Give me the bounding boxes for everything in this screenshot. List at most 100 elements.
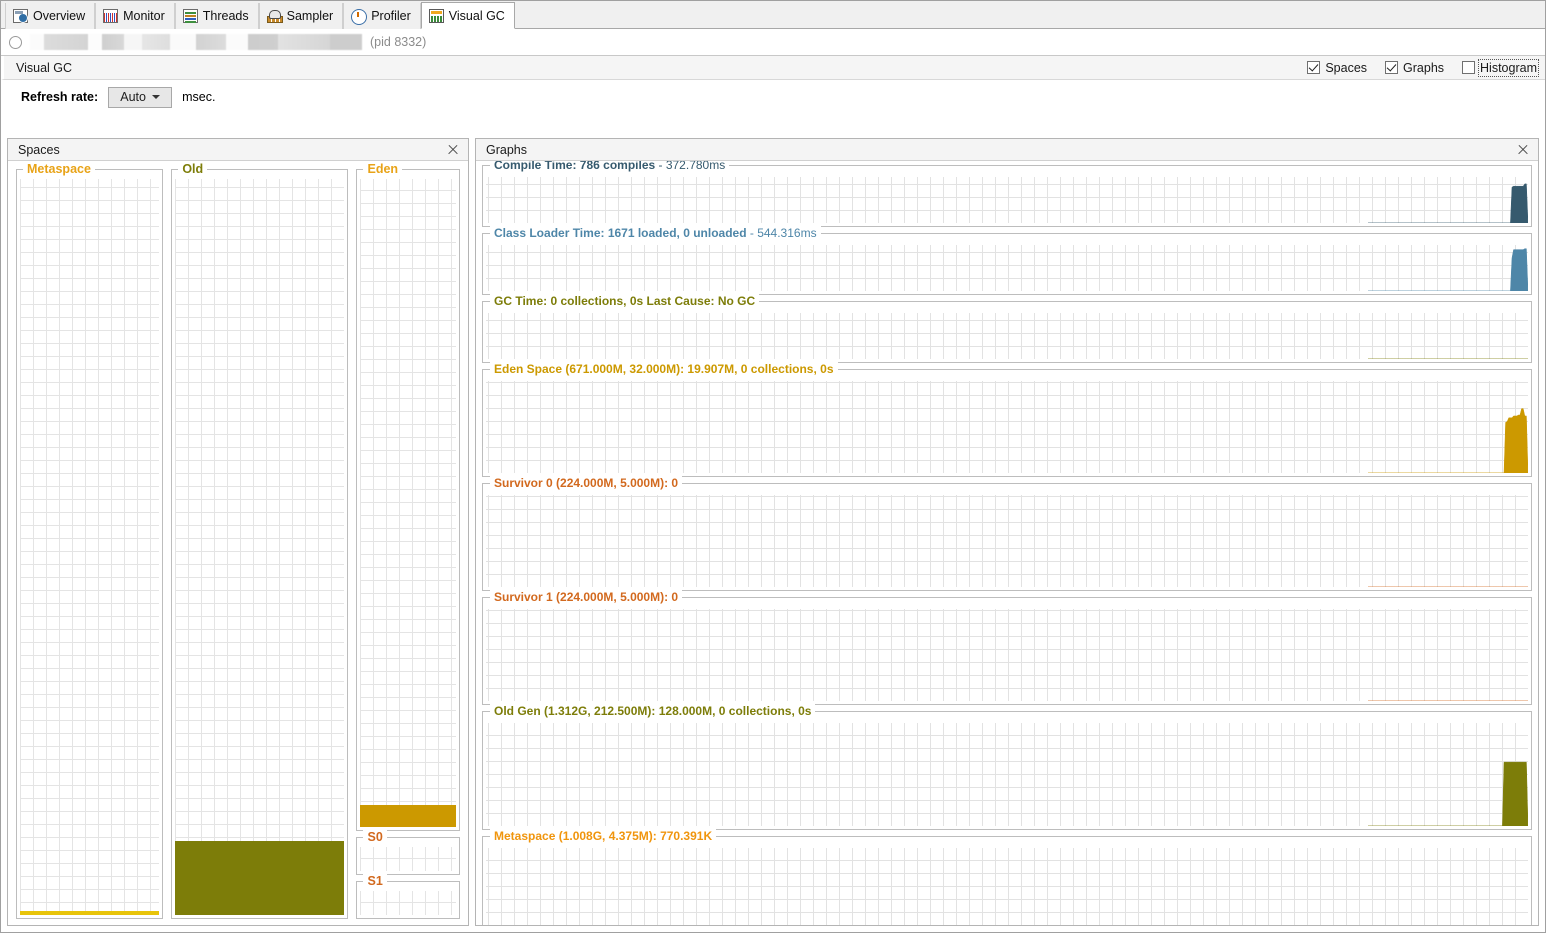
graph-old-gen-plot bbox=[486, 723, 1528, 826]
spaces-body: Metaspace Old Eden S0 S1 bbox=[8, 161, 468, 925]
graph-compile-time-series bbox=[1368, 177, 1528, 223]
space-column-metaspace: Metaspace bbox=[16, 162, 164, 919]
graph-survivor-0-series bbox=[1368, 495, 1528, 587]
view-toggle-group: Spaces Graphs Histogram bbox=[1307, 58, 1539, 77]
checkbox-label: Graphs bbox=[1403, 60, 1445, 75]
threads-icon bbox=[182, 9, 198, 23]
graph-eden-space[interactable]: Eden Space (671.000M, 32.000M): 19.907M,… bbox=[482, 362, 1532, 477]
tab-label: Visual GC bbox=[448, 8, 505, 23]
tab-threads[interactable]: Threads bbox=[174, 3, 259, 29]
tab-label: Sampler bbox=[286, 9, 334, 23]
tab-sampler[interactable]: Sampler bbox=[258, 3, 344, 29]
sampler-icon bbox=[266, 9, 283, 23]
graph-eden-space-series bbox=[1368, 381, 1528, 473]
overview-icon bbox=[13, 9, 28, 23]
graph-gc-time[interactable]: GC Time: 0 collections, 0s Last Cause: N… bbox=[482, 294, 1532, 363]
graph-gc-time-title: GC Time: 0 collections, 0s Last Cause: N… bbox=[490, 294, 760, 308]
graph-survivor-1[interactable]: Survivor 1 (224.000M, 5.000M): 0 bbox=[482, 590, 1532, 705]
graph-eden-space-plot bbox=[486, 381, 1528, 473]
tab-monitor[interactable]: Monitor bbox=[95, 3, 175, 29]
graph-class-loader-time-series bbox=[1368, 245, 1528, 291]
tab-label: Profiler bbox=[371, 9, 411, 23]
spaces-panel-header: Spaces bbox=[8, 139, 468, 161]
close-icon[interactable] bbox=[446, 143, 460, 157]
space-s1-label: S1 bbox=[363, 874, 387, 888]
space-s0-grid bbox=[360, 847, 456, 871]
checkbox-box[interactable] bbox=[1385, 61, 1399, 74]
graph-survivor-1-plot bbox=[486, 609, 1528, 701]
graph-survivor-1-series bbox=[1368, 609, 1528, 701]
space-metaspace-label: Metaspace bbox=[23, 162, 95, 176]
space-s1[interactable]: S1 bbox=[356, 874, 460, 919]
graph-eden-space-title: Eden Space (671.000M, 32.000M): 19.907M,… bbox=[490, 362, 838, 376]
tab-label: Threads bbox=[202, 9, 249, 23]
space-s0[interactable]: S0 bbox=[356, 830, 460, 875]
close-icon[interactable] bbox=[1516, 143, 1530, 157]
checkbox-graphs[interactable]: Graphs bbox=[1385, 61, 1444, 75]
graph-survivor-1-title: Survivor 1 (224.000M, 5.000M): 0 bbox=[490, 590, 683, 604]
graph-old-gen-title: Old Gen (1.312G, 212.500M): 128.000M, 0 … bbox=[490, 704, 816, 718]
checkbox-histogram[interactable]: Histogram bbox=[1462, 58, 1539, 77]
graph-old-gen[interactable]: Old Gen (1.312G, 212.500M): 128.000M, 0 … bbox=[482, 704, 1532, 830]
checkbox-label: Spaces bbox=[1325, 60, 1368, 75]
space-eden[interactable]: Eden bbox=[356, 162, 460, 831]
space-metaspace[interactable]: Metaspace bbox=[16, 162, 164, 919]
space-s1-grid bbox=[360, 891, 456, 915]
process-select-radio[interactable] bbox=[9, 35, 22, 49]
graph-compile-time[interactable]: Compile Time: 786 compiles - 372.780ms bbox=[482, 161, 1532, 227]
space-column-old: Old bbox=[171, 162, 349, 919]
graph-class-loader-time-title: Class Loader Time: 1671 loaded, 0 unload… bbox=[490, 226, 821, 240]
refresh-rate-value: Auto bbox=[120, 90, 146, 104]
space-metaspace-fill bbox=[20, 911, 160, 915]
graph-gc-time-plot bbox=[486, 313, 1528, 359]
graphs-panel-header: Graphs bbox=[476, 139, 1538, 161]
process-pid-label: (pid 8332) bbox=[370, 35, 427, 49]
graph-survivor-0-plot bbox=[486, 495, 1528, 587]
checkbox-label: Histogram bbox=[1478, 58, 1539, 77]
space-column-eden: Eden S0 S1 bbox=[356, 162, 460, 919]
spaces-panel-title: Spaces bbox=[18, 142, 60, 157]
graph-metaspace-plot bbox=[486, 848, 1528, 925]
process-name-masked bbox=[30, 34, 362, 50]
refresh-rate-label: Refresh rate: bbox=[21, 90, 99, 104]
space-metaspace-grid bbox=[20, 179, 160, 915]
graph-compile-time-title: Compile Time: 786 compiles - 372.780ms bbox=[490, 161, 730, 172]
graphs-panel: Graphs Compile Time: 786 compiles - 372.… bbox=[475, 138, 1539, 926]
graph-metaspace-series bbox=[1368, 848, 1528, 925]
visual-gc-title: Visual GC bbox=[16, 60, 73, 75]
graph-class-loader-time-plot bbox=[486, 245, 1528, 291]
spaces-panel: Spaces Metaspace Old Eden S0 S1 bbox=[7, 138, 469, 926]
graph-survivor-0-title: Survivor 0 (224.000M, 5.000M): 0 bbox=[490, 476, 683, 490]
profiler-icon bbox=[351, 9, 368, 25]
space-eden-fill bbox=[360, 805, 456, 827]
refresh-rate-select[interactable]: Auto bbox=[108, 86, 173, 108]
space-old-grid bbox=[175, 179, 345, 915]
space-old-fill bbox=[175, 841, 345, 915]
tab-label: Monitor bbox=[123, 9, 165, 23]
checkbox-box[interactable] bbox=[1462, 61, 1476, 74]
refresh-rate-unit: msec. bbox=[182, 90, 216, 104]
tab-overview[interactable]: Overview bbox=[5, 3, 96, 29]
checkbox-spaces[interactable]: Spaces bbox=[1307, 61, 1367, 75]
graph-metaspace-title: Metaspace (1.008G, 4.375M): 770.391K bbox=[490, 829, 717, 843]
space-eden-grid bbox=[360, 179, 456, 827]
process-header-row: (pid 8332) bbox=[1, 29, 1545, 56]
graphs-panel-title: Graphs bbox=[486, 142, 527, 157]
chevron-down-icon bbox=[151, 95, 160, 99]
refresh-rate-bar: Refresh rate: Auto msec. bbox=[1, 80, 1545, 115]
graph-class-loader-time[interactable]: Class Loader Time: 1671 loaded, 0 unload… bbox=[482, 226, 1532, 295]
checkbox-box[interactable] bbox=[1307, 61, 1321, 74]
visualgc-icon bbox=[428, 8, 444, 23]
graph-survivor-0[interactable]: Survivor 0 (224.000M, 5.000M): 0 bbox=[482, 476, 1532, 591]
graph-compile-time-plot bbox=[486, 177, 1528, 223]
graph-old-gen-series bbox=[1368, 723, 1528, 826]
tab-label: Overview bbox=[33, 9, 86, 23]
graph-metaspace[interactable]: Metaspace (1.008G, 4.375M): 770.391K bbox=[482, 829, 1532, 925]
content-panes: Spaces Metaspace Old Eden S0 S1 Graphs C… bbox=[7, 138, 1539, 926]
graphs-body: Compile Time: 786 compiles - 372.780ms Cl… bbox=[476, 161, 1538, 925]
space-old[interactable]: Old bbox=[171, 162, 349, 919]
space-eden-label: Eden bbox=[363, 162, 403, 176]
tab-profiler[interactable]: Profiler bbox=[343, 3, 421, 29]
visual-gc-header: Visual GC Spaces Graphs Histogram bbox=[1, 56, 1545, 80]
tab-visual-gc[interactable]: Visual GC bbox=[420, 2, 515, 29]
